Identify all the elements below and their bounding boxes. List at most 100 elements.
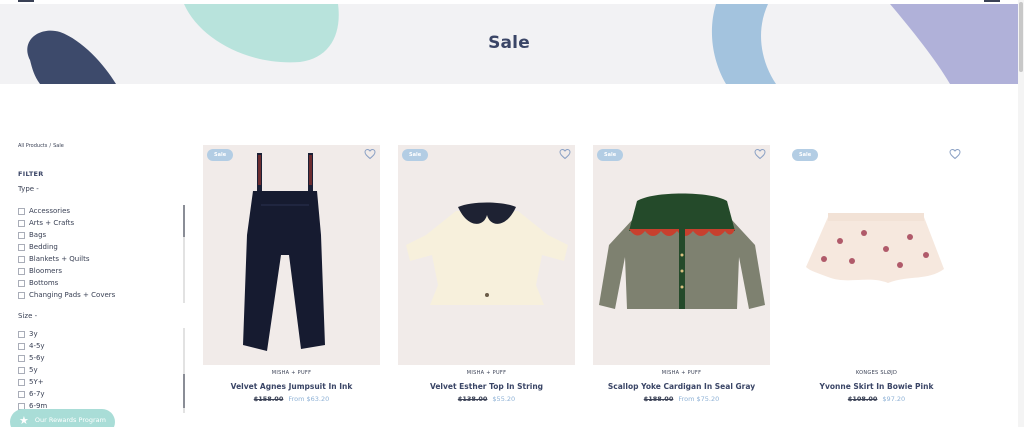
product-name[interactable]: Yvonne Skirt In Bowie Pink bbox=[788, 382, 965, 391]
product-card[interactable]: Sale MISHA + PUFF Velvet Agnes Jumpsuit … bbox=[203, 145, 380, 403]
product-card[interactable]: Sale KONGES SLØJD Yvonne Skirt In Bowie … bbox=[788, 145, 965, 403]
product-card[interactable]: Sale MISHA + PUFF Velvet Esther Top In S… bbox=[398, 145, 575, 403]
checkbox[interactable] bbox=[18, 330, 25, 338]
type-list-scrollbar-thumb[interactable] bbox=[183, 205, 185, 237]
filter-option-label: Accessories bbox=[29, 207, 71, 215]
filter-option[interactable]: Arts + Crafts bbox=[18, 217, 184, 229]
filter-option-label: Changing Pads + Covers bbox=[29, 291, 116, 299]
size-list-scrollbar[interactable] bbox=[183, 328, 185, 413]
product-image[interactable]: Sale bbox=[788, 145, 965, 365]
filter-option-label: Bedding bbox=[29, 243, 58, 251]
rewards-label: Our Rewards Program bbox=[34, 416, 106, 424]
filter-option[interactable]: 6-7y bbox=[18, 388, 184, 400]
breadcrumb-current: Sale bbox=[53, 143, 64, 149]
original-price: $138.00 bbox=[457, 395, 488, 403]
checkbox[interactable] bbox=[18, 342, 25, 350]
product-brand: MISHA + PUFF bbox=[661, 370, 702, 376]
rewards-program-button[interactable]: ★ Our Rewards Program bbox=[10, 409, 115, 427]
product-price: $138.00 $55.20 bbox=[398, 395, 575, 403]
skirt-illustration bbox=[806, 213, 944, 283]
checkbox[interactable] bbox=[18, 354, 25, 362]
sale-badge: Sale bbox=[402, 149, 429, 161]
filter-option[interactable]: 4-5y bbox=[18, 340, 184, 352]
checkbox[interactable] bbox=[18, 279, 25, 287]
star-icon: ★ bbox=[19, 413, 29, 427]
product-brand: MISHA + PUFF bbox=[271, 370, 312, 376]
checkbox[interactable] bbox=[18, 255, 25, 263]
product-price: $188.00 From $75.20 bbox=[593, 395, 770, 403]
page-scrollbar[interactable] bbox=[1018, 0, 1024, 427]
filter-option[interactable]: 5Y+ bbox=[18, 376, 184, 388]
filter-option-label: 5y bbox=[29, 366, 38, 374]
sale-badge: Sale bbox=[792, 149, 819, 161]
filter-option-label: Bloomers bbox=[29, 267, 62, 275]
filter-size-toggle[interactable]: Size - bbox=[18, 312, 37, 320]
breadcrumb-separator: / bbox=[49, 143, 52, 149]
filter-option-label: Arts + Crafts bbox=[29, 219, 75, 227]
filter-option[interactable]: 3y bbox=[18, 328, 184, 340]
hero-banner: Sale bbox=[0, 0, 1018, 84]
filter-option[interactable]: Bloomers bbox=[18, 265, 184, 277]
filter-option-label: 5-6y bbox=[29, 354, 45, 362]
filter-option[interactable]: Blankets + Quilts bbox=[18, 253, 184, 265]
checkbox[interactable] bbox=[18, 366, 25, 374]
original-price: $108.00 bbox=[847, 395, 878, 403]
filter-option[interactable]: 5y bbox=[18, 364, 184, 376]
product-brand: MISHA + PUFF bbox=[466, 370, 507, 376]
filter-option-label: Bottoms bbox=[29, 279, 59, 287]
filter-option[interactable]: Bags bbox=[18, 229, 184, 241]
checkbox[interactable] bbox=[18, 231, 25, 239]
page-scrollbar-thumb[interactable] bbox=[1019, 2, 1023, 72]
product-name[interactable]: Velvet Esther Top In String bbox=[398, 382, 575, 391]
filter-option-label: Bags bbox=[29, 231, 47, 239]
original-price: $158.00 bbox=[253, 395, 284, 403]
filter-type-toggle[interactable]: Type - bbox=[18, 185, 39, 193]
product-name[interactable]: Scallop Yoke Cardigan In Seal Gray bbox=[593, 382, 770, 391]
filter-option[interactable]: Changing Pads + Covers bbox=[18, 289, 184, 301]
filter-option[interactable]: Bottoms bbox=[18, 277, 184, 289]
filter-option-label: 3y bbox=[29, 330, 38, 338]
checkbox[interactable] bbox=[18, 291, 25, 299]
filter-option[interactable]: Bedding bbox=[18, 241, 184, 253]
filter-option-label: 6-7y bbox=[29, 390, 45, 398]
product-name[interactable]: Velvet Agnes Jumpsuit In Ink bbox=[203, 382, 380, 391]
sale-price: $55.20 bbox=[492, 395, 516, 403]
product-image[interactable]: Sale bbox=[593, 145, 770, 365]
heart-icon[interactable] bbox=[949, 148, 961, 160]
product-brand: KONGES SLØJD bbox=[855, 370, 898, 376]
sale-price: From $63.20 bbox=[288, 395, 330, 403]
product-card[interactable]: Sale MISHA + PUFF Scallop Yoke Cardigan … bbox=[593, 145, 770, 403]
filter-option-label: 5Y+ bbox=[29, 378, 44, 386]
jumpsuit-illustration bbox=[243, 153, 325, 351]
checkbox[interactable] bbox=[18, 390, 25, 398]
sale-badge: Sale bbox=[207, 149, 234, 161]
heart-icon[interactable] bbox=[559, 148, 571, 160]
breadcrumb-all-products[interactable]: All Products bbox=[18, 143, 47, 149]
top-illustration bbox=[406, 202, 568, 305]
heart-icon[interactable] bbox=[754, 148, 766, 160]
checkbox[interactable] bbox=[18, 207, 25, 215]
breadcrumb: All Products / Sale bbox=[18, 143, 66, 149]
product-price: $158.00 From $63.20 bbox=[203, 395, 380, 403]
type-list-scrollbar[interactable] bbox=[183, 205, 185, 303]
checkbox[interactable] bbox=[18, 378, 25, 386]
original-price: $188.00 bbox=[643, 395, 674, 403]
filter-heading: FILTER bbox=[18, 170, 44, 178]
filter-option[interactable]: Accessories bbox=[18, 205, 184, 217]
filter-option[interactable]: 5-6y bbox=[18, 352, 184, 364]
size-list-scrollbar-thumb[interactable] bbox=[183, 374, 185, 408]
filter-option-label: 4-5y bbox=[29, 342, 45, 350]
checkbox[interactable] bbox=[18, 219, 25, 227]
sale-price: $97.20 bbox=[882, 395, 906, 403]
checkbox[interactable] bbox=[18, 243, 25, 251]
sale-price: From $75.20 bbox=[678, 395, 720, 403]
heart-icon[interactable] bbox=[364, 148, 376, 160]
product-image[interactable]: Sale bbox=[398, 145, 575, 365]
cardigan-illustration bbox=[599, 193, 765, 309]
product-image[interactable]: Sale bbox=[203, 145, 380, 365]
page-title: Sale bbox=[488, 33, 530, 53]
filter-type-list: Accessories Arts + Crafts Bags Bedding B… bbox=[18, 205, 184, 301]
sale-badge: Sale bbox=[597, 149, 624, 161]
checkbox[interactable] bbox=[18, 267, 25, 275]
filter-size-list: 3y 4-5y 5-6y 5y 5Y+ 6-7y 6-9m bbox=[18, 328, 184, 412]
